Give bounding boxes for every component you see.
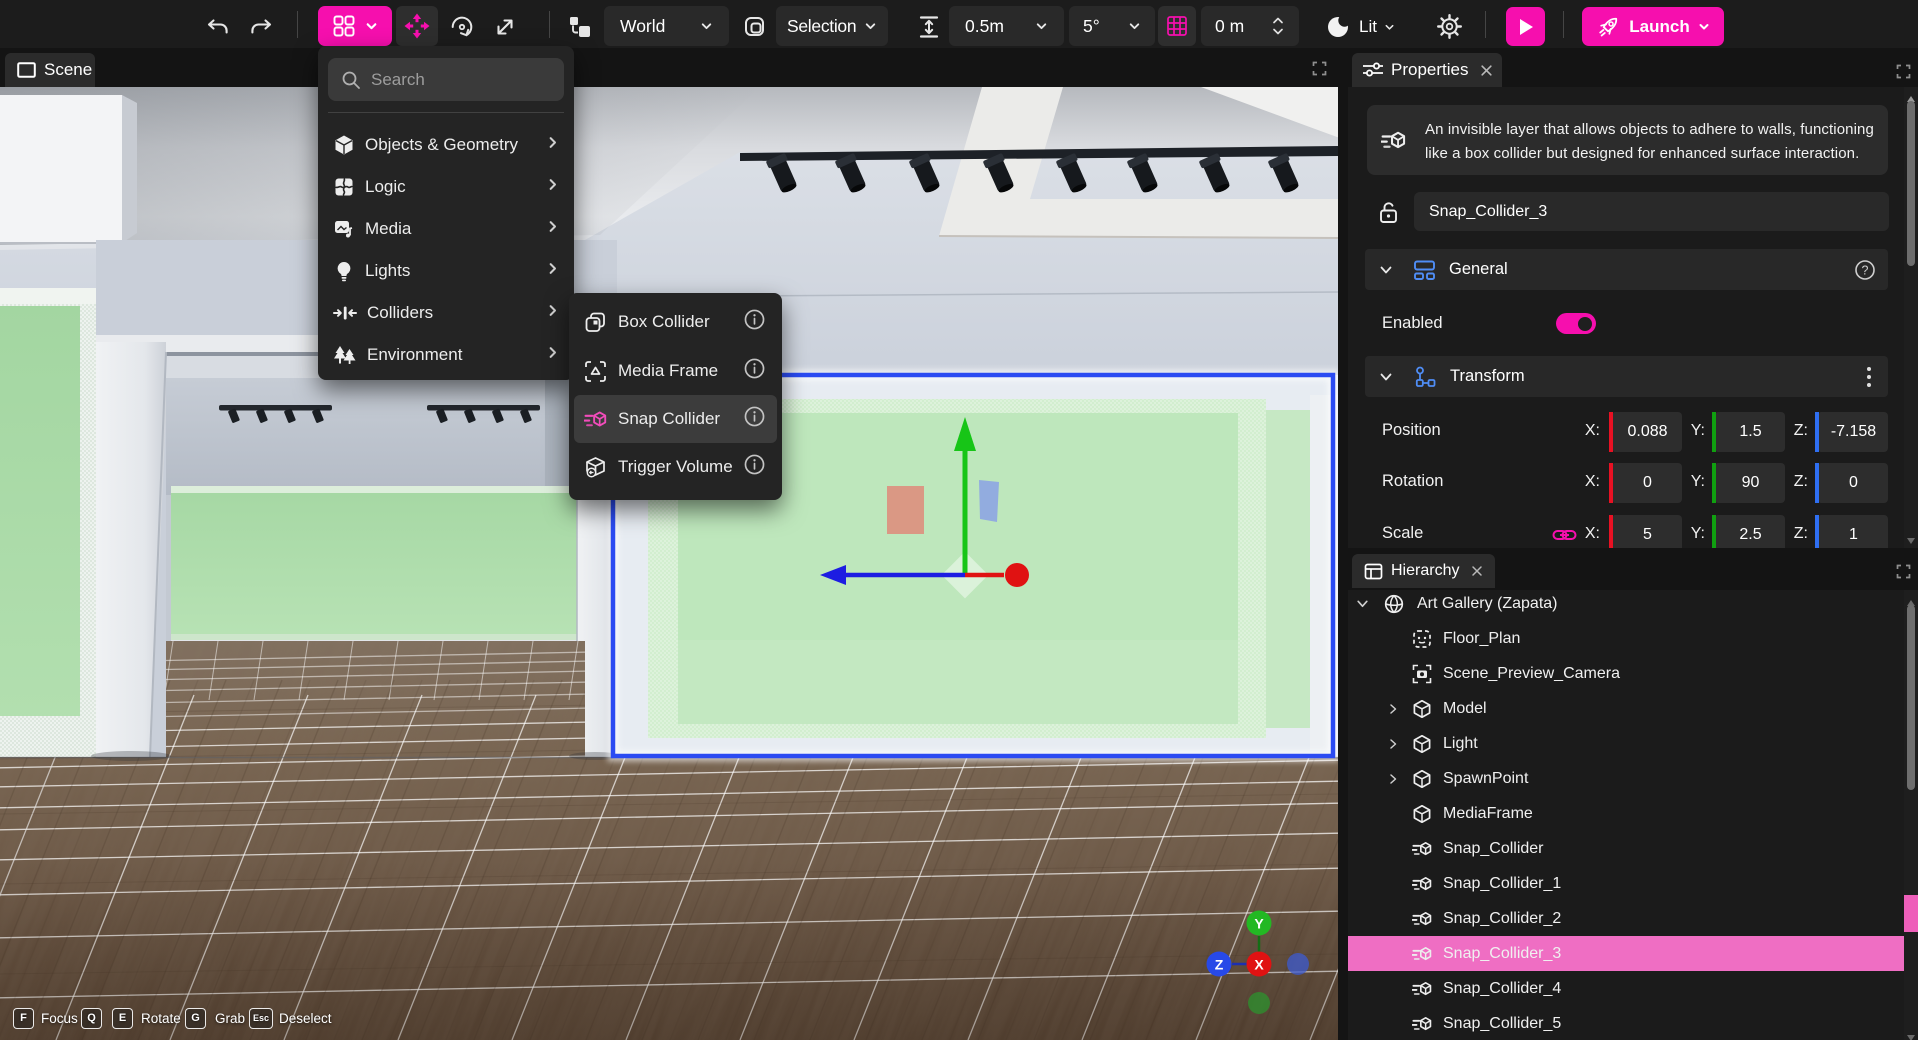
svg-text:Z: Z: [1215, 957, 1224, 973]
svg-text:Y: Y: [1254, 916, 1264, 932]
svg-text:X: X: [1254, 957, 1264, 973]
svg-text:?: ?: [1862, 263, 1869, 277]
